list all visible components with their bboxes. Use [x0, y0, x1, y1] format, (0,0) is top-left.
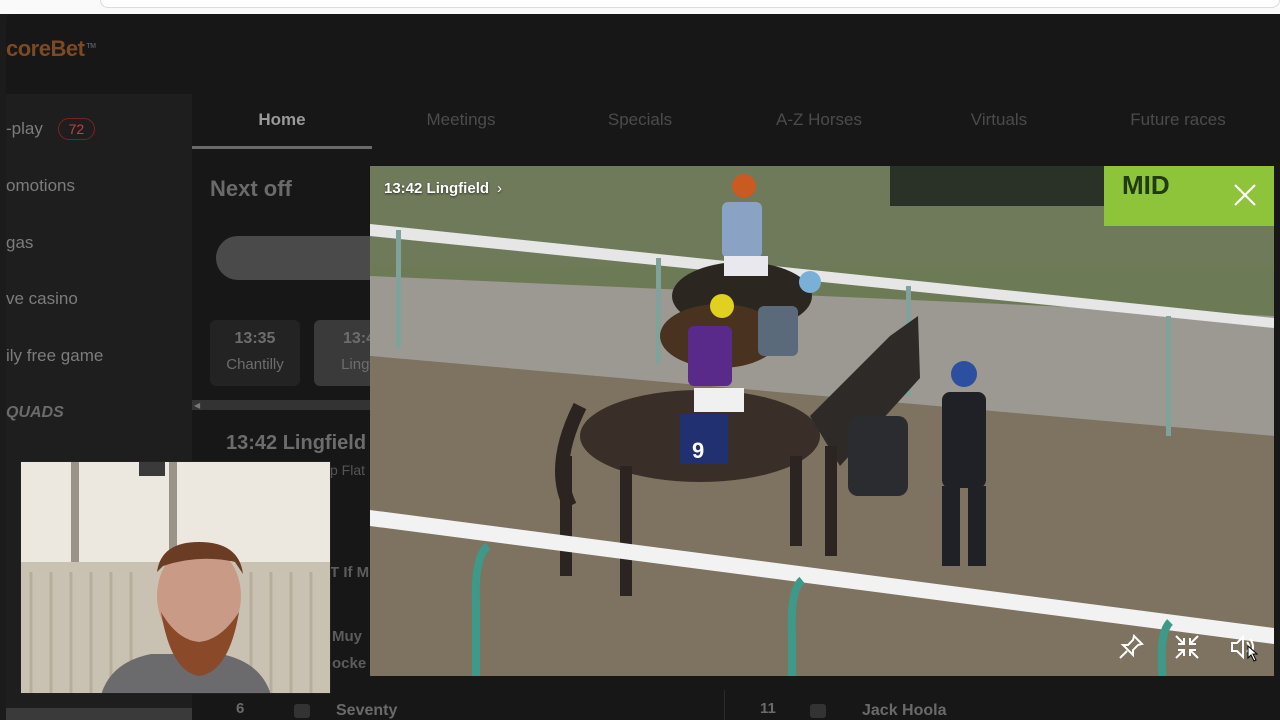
- runner-number: 6: [236, 700, 245, 717]
- background-text: Muy: [332, 628, 362, 645]
- jockey-silk-icon: [810, 704, 826, 718]
- volume-icon[interactable]: [1228, 632, 1258, 662]
- tab-home[interactable]: Home: [202, 110, 362, 130]
- tab-a-z-horses[interactable]: A-Z Horses: [739, 110, 899, 130]
- stream-title-label: 13:42 Lingfield: [384, 180, 490, 197]
- sidebar-item-vegas[interactable]: gas: [6, 233, 33, 253]
- race-video-frame: MID 9: [370, 166, 1274, 676]
- runner-row: 6 Seventy 11 Jack Hoola: [192, 700, 1280, 720]
- runner-number: 11: [760, 700, 776, 717]
- race-card[interactable]: 13:35 Chantilly: [210, 320, 300, 386]
- jockey-silk-icon: [294, 704, 310, 718]
- minimize-icon[interactable]: [1172, 632, 1202, 662]
- close-icon[interactable]: [1230, 180, 1260, 210]
- sidebar-item-live-casino[interactable]: ve casino: [6, 289, 78, 309]
- url-bar[interactable]: [100, 0, 1280, 8]
- filter-pill[interactable]: [216, 236, 396, 280]
- webcam-overlay: [20, 461, 331, 694]
- sidebar-item-daily-free-game[interactable]: ily free game: [6, 346, 103, 366]
- race-heading: 13:42 Lingfield: [226, 432, 367, 454]
- saddle-cloth-number: 9: [692, 438, 704, 463]
- browser-top-bar: [0, 0, 1280, 14]
- sidebar-item-label: -play: [6, 119, 43, 138]
- active-tab-indicator: [192, 146, 372, 149]
- live-count-badge: 72: [57, 118, 96, 140]
- sidebar-bottom-bar: [6, 708, 192, 720]
- runner-name[interactable]: Seventy: [336, 702, 397, 720]
- next-off-heading: Next off: [210, 176, 292, 201]
- video-player[interactable]: MID 9 13:42 Lingfield ›: [370, 166, 1274, 676]
- sidebar-item-inplay[interactable]: -play 72: [6, 118, 96, 140]
- sidebar-item-promotions[interactable]: omotions: [6, 176, 75, 196]
- scroll-left-icon[interactable]: ◀: [194, 401, 200, 410]
- chevron-right-icon: ›: [497, 180, 503, 197]
- runner-name[interactable]: Jack Hoola: [862, 702, 946, 720]
- race-subtitle: p Flat: [330, 462, 366, 478]
- tab-virtuals[interactable]: Virtuals: [919, 110, 1079, 130]
- pin-icon[interactable]: [1116, 632, 1146, 662]
- tab-specials[interactable]: Specials: [560, 110, 720, 130]
- stream-title[interactable]: 13:42 Lingfield ›: [384, 180, 502, 197]
- tab-meetings[interactable]: Meetings: [381, 110, 541, 130]
- race-venue: Chantilly: [226, 356, 284, 373]
- sidebar-section-squads: QUADS: [6, 404, 64, 421]
- site-logo[interactable]: coreBet TM: [6, 36, 96, 62]
- race-time: 13:35: [234, 330, 276, 347]
- svg-text:MID: MID: [1122, 170, 1170, 200]
- webcam-feed: [21, 462, 330, 693]
- background-text: T If M: [330, 564, 370, 581]
- race-scrollbar[interactable]: ◀: [192, 400, 382, 410]
- tab-future-races[interactable]: Future races: [1098, 110, 1258, 130]
- background-text: ocke: [332, 655, 367, 672]
